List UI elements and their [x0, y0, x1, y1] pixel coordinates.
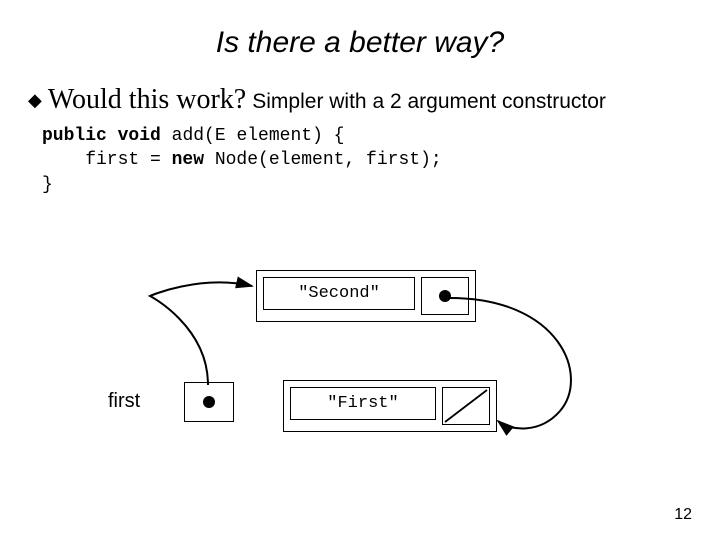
code-block: public void add(E element) { first = new… — [42, 124, 720, 197]
bullet-row: ◆ Would this work? Simpler with a 2 argu… — [28, 84, 720, 116]
bullet-subnote: Simpler with a 2 argument constructor — [252, 90, 606, 114]
code-fn: add(E element) { — [161, 126, 345, 146]
kw-void: void — [118, 126, 161, 146]
arrows — [0, 256, 720, 476]
slide-title: Is there a better way? — [0, 0, 720, 60]
page-number: 12 — [674, 506, 692, 524]
code-line2a: first = — [42, 150, 172, 170]
kw-new: new — [172, 150, 204, 170]
bullet-diamond-icon: ◆ — [28, 91, 42, 109]
code-close: } — [42, 175, 53, 195]
code-line2b: Node(element, first); — [204, 150, 442, 170]
linked-list-diagram: "Second" "First" first — [0, 256, 720, 476]
kw-public: public — [42, 126, 107, 146]
bullet-question: Would this work? — [48, 84, 246, 116]
